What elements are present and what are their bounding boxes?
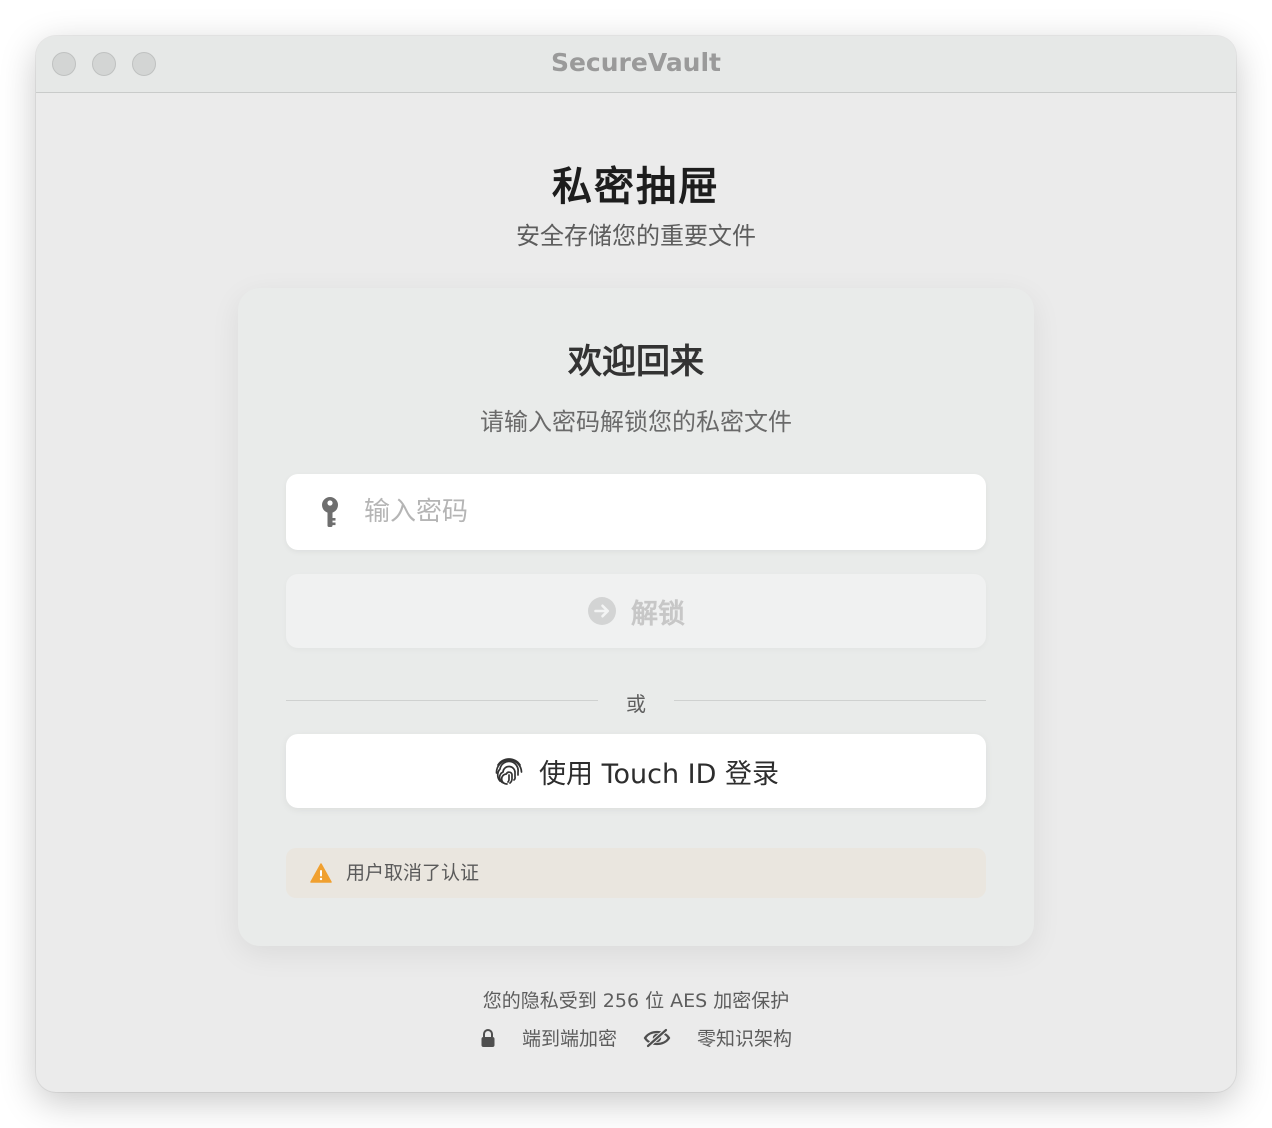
feature-list: 端到端加密 零知识架构 xyxy=(36,1024,1236,1051)
lock-icon xyxy=(481,1028,495,1047)
divider-or: 或 xyxy=(626,692,646,716)
feature-label: 端到端加密 xyxy=(521,1028,617,1050)
encryption-note: 您的隐私受到 256 位 AES 加密保护 xyxy=(482,990,790,1012)
title-bar: SecureVault xyxy=(36,36,1236,93)
alert-text: 用户取消了认证 xyxy=(346,862,480,884)
page-title: 私密抽屉 xyxy=(552,164,720,210)
login-card: 欢迎回来 请输入密码解锁您的私密文件 解锁 或 使用 Touch ID 登录 用… xyxy=(238,288,1034,946)
page-subtitle: 安全存储您的重要文件 xyxy=(516,222,756,250)
password-input[interactable] xyxy=(364,474,964,550)
app-window: SecureVault 私密抽屉 安全存储您的重要文件 欢迎回来 请输入密码解锁… xyxy=(36,36,1236,1092)
divider-right xyxy=(674,700,986,701)
password-field[interactable] xyxy=(286,474,986,550)
feature-label: 零知识架构 xyxy=(697,1028,793,1050)
window-title: SecureVault xyxy=(550,48,722,77)
card-subtitle: 请输入密码解锁您的私密文件 xyxy=(480,408,792,436)
touch-id-button-label: 使用 Touch ID 登录 xyxy=(539,758,779,790)
auth-cancelled-alert: 用户取消了认证 xyxy=(286,848,986,898)
unlock-button-label: 解锁 xyxy=(631,598,685,630)
arrow-right-circle-icon xyxy=(588,597,616,625)
touch-id-button[interactable]: 使用 Touch ID 登录 xyxy=(286,734,986,808)
unlock-button[interactable]: 解锁 xyxy=(286,574,986,648)
fingerprint-icon xyxy=(495,758,523,785)
warning-icon xyxy=(310,863,332,883)
feature-item: 零知识架构 xyxy=(643,1024,792,1051)
card-title: 欢迎回来 xyxy=(568,342,704,382)
eye-slash-icon xyxy=(643,1027,671,1048)
key-icon xyxy=(322,497,338,527)
feature-item: 端到端加密 xyxy=(480,1024,617,1051)
